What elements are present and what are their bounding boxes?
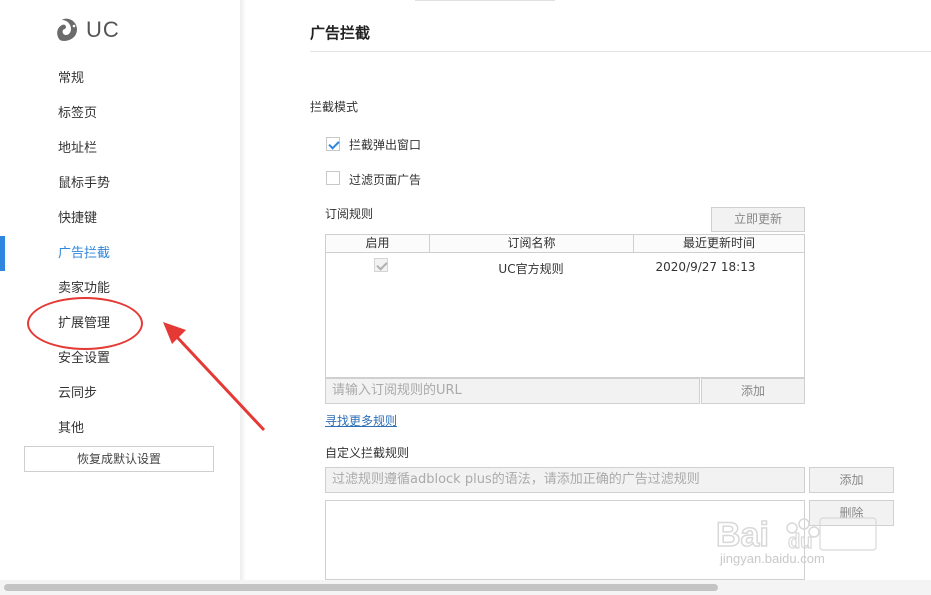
add-subscription-button[interactable]: 添加 [701, 378, 805, 404]
table-header: 启用 订阅名称 最近更新时间 [326, 235, 804, 253]
sidebar-item-mouse-gestures[interactable]: 鼠标手势 [58, 175, 110, 193]
header-name: 订阅名称 [429, 235, 633, 252]
subscription-rules-label: 订阅规则 [325, 207, 374, 221]
header-enabled: 启用 [365, 236, 390, 250]
block-mode-label: 拦截模式 [310, 100, 359, 114]
top-tab-line [415, 0, 555, 1]
title-divider [310, 51, 931, 52]
row-enabled-checkbox[interactable] [374, 258, 388, 272]
settings-sidebar: UC 常规 标签页 地址栏 鼠标手势 快捷键 广告拦截 卖家功能 扩展管理 安全… [0, 0, 240, 580]
sidebar-divider [240, 0, 246, 580]
active-nav-indicator [0, 236, 5, 271]
sidebar-item-address-bar[interactable]: 地址栏 [58, 140, 97, 158]
custom-rule-input[interactable]: 过滤规则遵循adblock plus的语法，请添加正确的广告过滤规则 [325, 467, 805, 493]
sidebar-item-cloud-sync[interactable]: 云同步 [58, 385, 97, 403]
block-popup-checkbox[interactable] [326, 137, 340, 151]
subscription-table: 启用 订阅名称 最近更新时间 UC官方规则 2020/9/27 18:13 [325, 234, 805, 378]
block-popup-label[interactable]: 拦截弹出窗口 [349, 136, 421, 153]
row-name: UC官方规则 [498, 262, 564, 276]
watermark-url: jingyan.baidu.com [720, 551, 825, 566]
update-now-button[interactable]: 立即更新 [711, 207, 805, 232]
custom-rules-label: 自定义拦截规则 [325, 446, 410, 460]
subscription-url-input[interactable]: 请输入订阅规则的URL [325, 378, 700, 404]
sidebar-item-general[interactable]: 常规 [58, 70, 84, 88]
reset-defaults-button[interactable]: 恢复成默认设置 [24, 446, 214, 472]
horizontal-scrollbar-thumb[interactable] [4, 584, 718, 591]
page-title: 广告拦截 [310, 24, 371, 42]
sidebar-item-ad-block[interactable]: 广告拦截 [58, 245, 110, 263]
uc-logo: UC [54, 14, 120, 46]
add-custom-rule-button[interactable]: 添加 [809, 467, 894, 493]
delete-rule-button[interactable]: 删除 [809, 500, 894, 526]
sidebar-item-security[interactable]: 安全设置 [58, 350, 110, 368]
logo-text: UC [86, 17, 120, 42]
header-updated: 最近更新时间 [633, 235, 804, 252]
sidebar-item-extensions[interactable]: 扩展管理 [58, 315, 110, 333]
filter-page-ads-checkbox[interactable] [326, 171, 340, 185]
sidebar-item-seller[interactable]: 卖家功能 [58, 280, 110, 298]
squirrel-icon [57, 18, 77, 41]
custom-rules-list[interactable] [325, 500, 805, 580]
sidebar-item-shortcuts[interactable]: 快捷键 [58, 210, 97, 228]
row-updated: 2020/9/27 18:13 [655, 260, 756, 274]
filter-page-ads-label[interactable]: 过滤页面广告 [349, 171, 421, 188]
sidebar-item-other[interactable]: 其他 [58, 420, 84, 438]
find-more-rules-link[interactable]: 寻找更多规则 [325, 412, 397, 429]
sidebar-item-tabs[interactable]: 标签页 [58, 105, 97, 123]
